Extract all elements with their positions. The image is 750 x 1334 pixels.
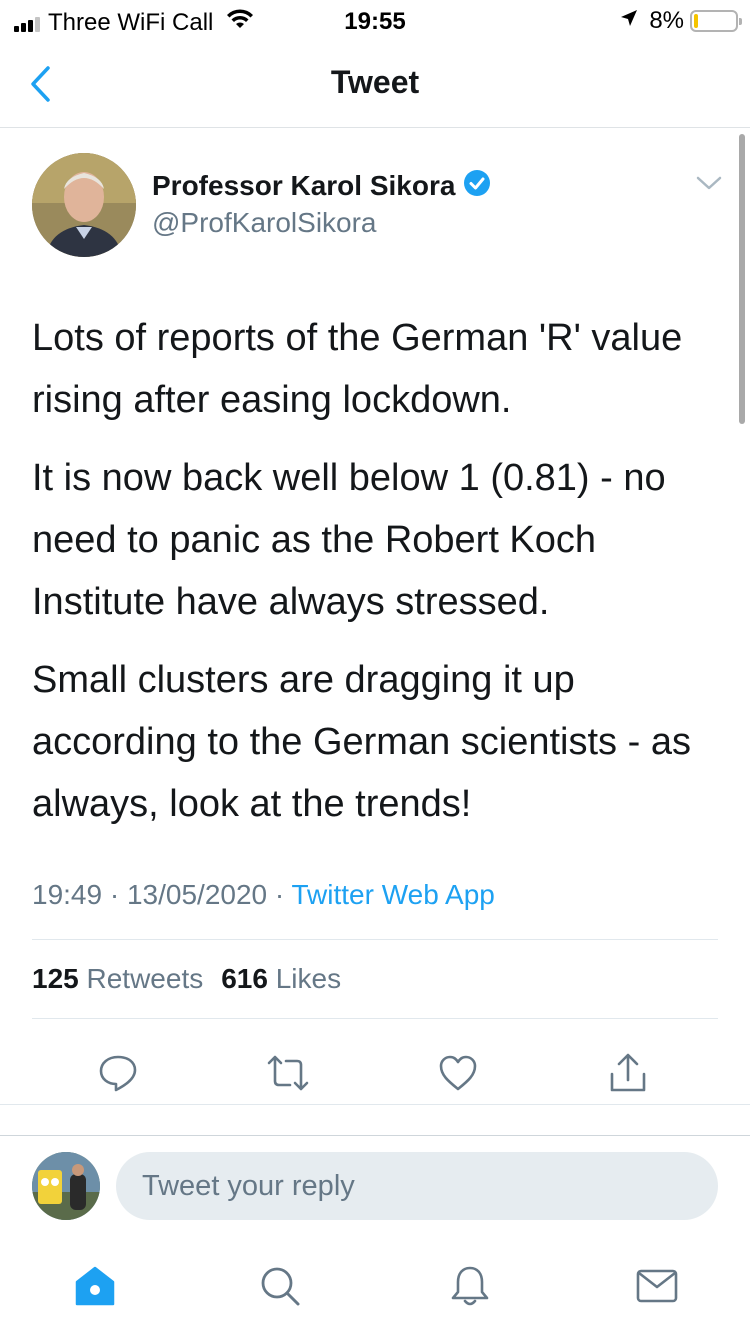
author-name-row: Professor Karol Sikora (152, 169, 491, 202)
retweet-button[interactable] (266, 1051, 310, 1095)
meta-separator: · (267, 879, 292, 910)
status-bar: Three WiFi Call 19:55 8% (0, 0, 750, 40)
likes-count: 616 (221, 963, 268, 994)
page-title: Tweet (330, 64, 420, 100)
status-right: 8% (619, 7, 742, 35)
tab-notifications[interactable] (445, 1261, 495, 1311)
tweet-paragraph: Lots of reports of the German 'R' value … (32, 317, 683, 421)
user-avatar[interactable] (32, 1152, 100, 1220)
bell-icon (451, 1266, 489, 1306)
mail-icon (636, 1269, 678, 1303)
tweet-options-button[interactable] (696, 175, 722, 196)
retweets-label: Retweets (86, 963, 204, 994)
tab-search[interactable] (255, 1261, 305, 1311)
tab-home[interactable] (70, 1261, 120, 1311)
retweet-icon (267, 1055, 309, 1091)
reply-button[interactable] (96, 1051, 140, 1095)
tweet-date: 13/05/2020 (126, 879, 268, 910)
author-handle[interactable]: @ProfKarolSikora (152, 207, 377, 239)
nav-bar: Tweet (0, 40, 750, 128)
tweet-actions (0, 1039, 750, 1109)
meta-separator: · (102, 879, 127, 910)
tweet-text: Lots of reports of the German 'R' value … (32, 307, 722, 851)
reply-icon (99, 1055, 137, 1092)
chevron-down-icon (696, 176, 722, 190)
battery-icon (690, 10, 742, 32)
heart-icon (439, 1055, 477, 1091)
divider (32, 939, 718, 940)
likes-stat[interactable]: 616 Likes (221, 963, 341, 994)
reply-input[interactable]: Tweet your reply (116, 1152, 718, 1220)
avatar[interactable] (32, 153, 136, 257)
search-icon (261, 1267, 300, 1306)
retweets-count: 125 (32, 963, 79, 994)
tweet-paragraph: Small clusters are dragging it up accord… (32, 659, 691, 825)
scrollbar[interactable] (739, 134, 745, 424)
share-icon (610, 1053, 646, 1092)
tweet-stats: 125 Retweets 616 Likes (32, 963, 341, 995)
location-arrow-icon (619, 7, 639, 35)
tweet-source-link[interactable]: Twitter Web App (292, 879, 495, 910)
divider (32, 1018, 718, 1019)
likes-label: Likes (275, 963, 342, 994)
tab-bar (0, 1245, 750, 1334)
tweet-meta: 19:49 · 13/05/2020 · Twitter Web App (32, 879, 495, 911)
share-button[interactable] (606, 1051, 650, 1095)
tweet-time: 19:49 (32, 879, 103, 910)
retweets-stat[interactable]: 125 Retweets (32, 963, 203, 994)
reply-placeholder: Tweet your reply (142, 1169, 355, 1202)
section-divider (0, 1104, 750, 1105)
verified-badge-icon (463, 169, 491, 202)
battery-percent: 8% (649, 7, 684, 34)
author-name[interactable]: Professor Karol Sikora (152, 170, 455, 202)
home-icon (75, 1266, 115, 1306)
tweet-paragraph: It is now back well below 1 (0.81) - no … (32, 457, 666, 623)
like-button[interactable] (436, 1051, 480, 1095)
tab-messages[interactable] (632, 1261, 682, 1311)
reply-bar: Tweet your reply (0, 1135, 750, 1245)
